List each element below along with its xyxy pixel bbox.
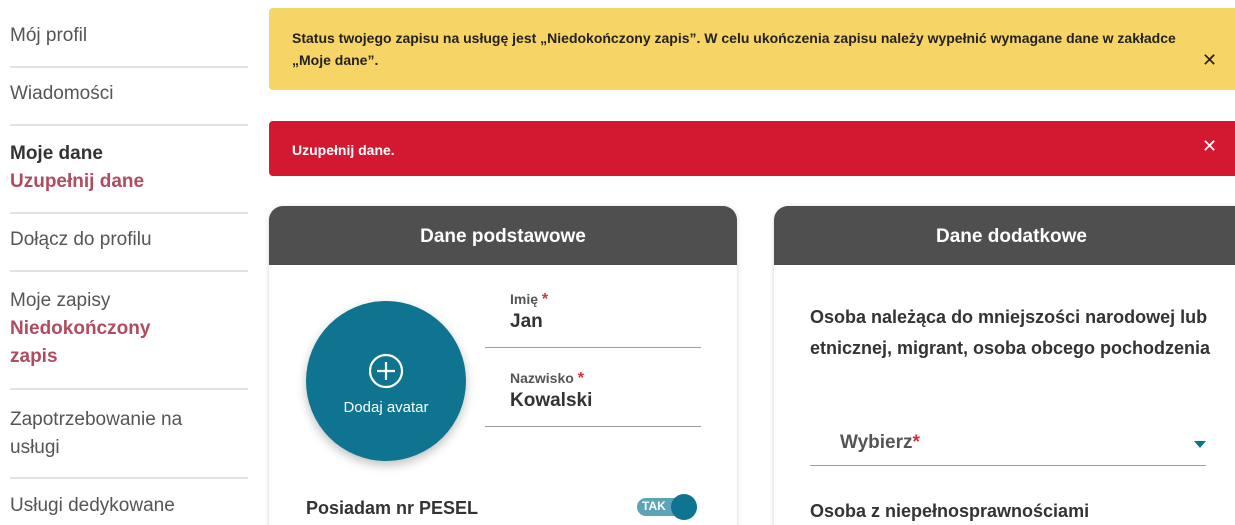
first-name-field[interactable]: Imię * Jan <box>485 291 701 348</box>
sidebar-item-label: Wiadomości <box>10 83 114 104</box>
error-alert-text: Uzupełnij dane. <box>292 142 395 158</box>
sidebar-item-my-enrollments[interactable]: Moje zapisy Niedokończony zapis <box>10 287 248 390</box>
required-marker: * <box>541 291 549 308</box>
sidebar-item-label: Dołącz do profilu <box>10 229 152 250</box>
first-name-value: Jan <box>510 311 543 332</box>
sidebar-item-join-profile[interactable]: Dołącz do profilu <box>10 226 248 272</box>
avatar-label: Dodaj avatar <box>343 399 429 416</box>
sidebar-item-label: Moje dane <box>10 143 103 164</box>
minority-question: Osoba należąca do mniejszości narodowej … <box>810 307 1211 358</box>
toggle-label: TAK <box>642 499 666 513</box>
status-warning-alert: Status twojego zapisu na usługę jest „Ni… <box>269 8 1235 90</box>
card-title: Dane dodatkowe <box>774 206 1235 265</box>
select-placeholder-text: Wybierz <box>840 432 913 453</box>
select-placeholder: Wybierz* <box>840 432 920 454</box>
warning-alert-text: Status twojego zapisu na usługę jest „Ni… <box>292 30 1176 68</box>
chevron-down-icon <box>1194 441 1206 448</box>
sidebar-item-messages[interactable]: Wiadomości <box>10 80 248 126</box>
close-icon[interactable]: ✕ <box>1202 136 1217 157</box>
error-alert: Uzupełnij dane. ✕ <box>269 121 1235 176</box>
last-name-field[interactable]: Nazwisko * Kowalski <box>485 370 701 427</box>
required-marker: * <box>577 370 584 387</box>
field-label-text: Nazwisko <box>510 370 574 386</box>
plus-circle-icon <box>368 353 404 389</box>
sidebar-item-label: Mój profil <box>10 25 88 46</box>
disability-question: Osoba z niepełnosprawnościami <box>810 501 1090 521</box>
first-name-label: Imię * <box>485 291 701 309</box>
extra-data-card: Dane dodatkowe Osoba należąca do mniejsz… <box>774 206 1235 525</box>
close-icon[interactable]: ✕ <box>1202 50 1217 71</box>
basic-data-card: Dane podstawowe Dodaj avatar Imię * Jan … <box>269 206 737 525</box>
card-title: Dane podstawowe <box>269 206 737 265</box>
sidebar-item-status: zapis <box>10 346 58 367</box>
pesel-toggle[interactable]: TAK <box>637 492 703 522</box>
field-label-text: Imię <box>510 291 539 307</box>
sidebar-item-label: Zapotrzebowanie na <box>10 409 183 430</box>
last-name-value: Kowalski <box>510 390 593 411</box>
sidebar-item-label: Moje zapisy <box>10 290 111 311</box>
sidebar-item-dedicated-services[interactable]: Usługi dedykowane <box>10 492 248 524</box>
last-name-label: Nazwisko * <box>485 370 701 388</box>
toggle-knob <box>671 494 697 520</box>
sidebar-item-my-data[interactable]: Moje dane Uzupełnij dane <box>10 140 248 214</box>
required-marker: * <box>912 432 920 453</box>
sidebar-item-service-needs[interactable]: Zapotrzebowanie na usługi <box>10 406 248 479</box>
pesel-label: Posiadam nr PESEL <box>306 498 479 518</box>
sidebar-item-my-profile[interactable]: Mój profil <box>10 22 248 68</box>
sidebar-item-status: Niedokończony <box>10 318 151 339</box>
add-avatar-button[interactable]: Dodaj avatar <box>306 301 466 461</box>
sidebar-item-label: usługi <box>10 437 60 458</box>
sidebar-item-label: Usługi dedykowane <box>10 495 175 516</box>
sidebar-item-status: Uzupełnij dane <box>10 171 145 192</box>
minority-select[interactable]: Wybierz* <box>810 426 1206 466</box>
